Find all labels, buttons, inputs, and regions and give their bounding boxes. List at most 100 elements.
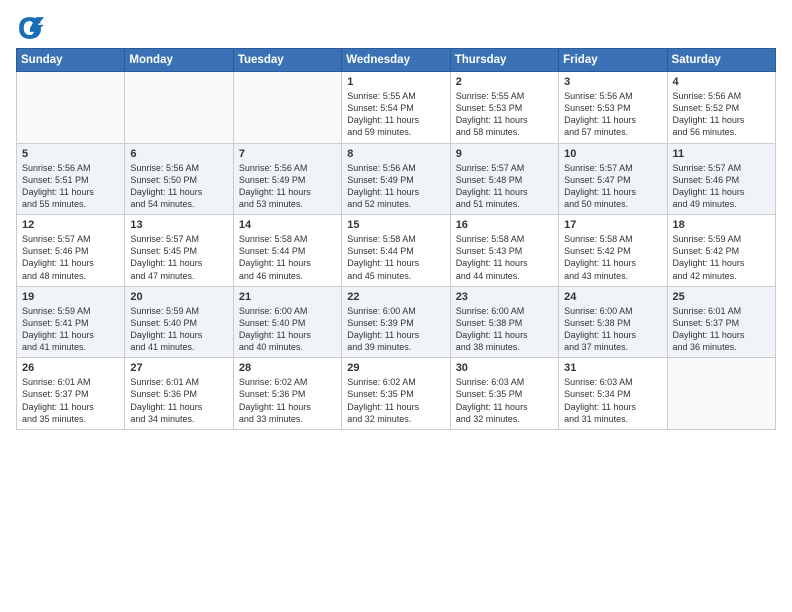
day-number: 28 <box>239 362 336 374</box>
day-cell: 15 Sunrise: 5:58 AM Sunset: 5:44 PM Dayli… <box>342 215 450 287</box>
logo <box>16 14 48 42</box>
day-cell: 19 Sunrise: 5:59 AM Sunset: 5:41 PM Dayli… <box>17 286 125 358</box>
day-number: 17 <box>564 219 661 231</box>
day-cell: 6 Sunrise: 5:56 AM Sunset: 5:50 PM Daylig… <box>125 143 233 215</box>
day-number: 20 <box>130 291 227 303</box>
day-number: 15 <box>347 219 444 231</box>
day-cell: 18 Sunrise: 5:59 AM Sunset: 5:42 PM Dayli… <box>667 215 775 287</box>
day-info: Sunrise: 5:58 AM Sunset: 5:44 PM Dayligh… <box>347 233 444 282</box>
day-info: Sunrise: 6:01 AM Sunset: 5:37 PM Dayligh… <box>22 376 119 425</box>
day-info: Sunrise: 6:03 AM Sunset: 5:34 PM Dayligh… <box>564 376 661 425</box>
day-number: 24 <box>564 291 661 303</box>
day-cell: 16Sunrise: 5:58 AM Sunset: 5:43 PM Dayli… <box>450 215 558 287</box>
day-cell: 1Sunrise: 5:55 AM Sunset: 5:54 PM Daylig… <box>342 72 450 144</box>
day-cell: 20 Sunrise: 5:59 AM Sunset: 5:40 PM Dayli… <box>125 286 233 358</box>
day-number: 11 <box>673 148 770 160</box>
day-info: Sunrise: 6:00 AM Sunset: 5:40 PM Dayligh… <box>239 305 336 354</box>
day-info: Sunrise: 5:56 AM Sunset: 5:53 PM Dayligh… <box>564 90 661 139</box>
day-number: 5 <box>22 148 119 160</box>
header <box>16 10 776 42</box>
day-cell <box>667 358 775 430</box>
day-cell: 8 Sunrise: 5:56 AM Sunset: 5:49 PM Daylig… <box>342 143 450 215</box>
day-number: 4 <box>673 76 770 88</box>
day-info: Sunrise: 6:02 AM Sunset: 5:36 PM Dayligh… <box>239 376 336 425</box>
day-number: 7 <box>239 148 336 160</box>
day-cell: 10 Sunrise: 5:57 AM Sunset: 5:47 PM Dayli… <box>559 143 667 215</box>
logo-icon <box>16 14 44 42</box>
day-number: 13 <box>130 219 227 231</box>
day-cell: 3 Sunrise: 5:56 AM Sunset: 5:53 PM Daylig… <box>559 72 667 144</box>
week-row-3: 12 Sunrise: 5:57 AM Sunset: 5:46 PM Dayli… <box>17 215 776 287</box>
day-cell: 14 Sunrise: 5:58 AM Sunset: 5:44 PM Dayli… <box>233 215 341 287</box>
weekday-header-tuesday: Tuesday <box>233 49 341 72</box>
day-info: Sunrise: 5:56 AM Sunset: 5:50 PM Dayligh… <box>130 162 227 211</box>
day-cell: 28 Sunrise: 6:02 AM Sunset: 5:36 PM Dayli… <box>233 358 341 430</box>
day-info: Sunrise: 5:58 AM Sunset: 5:42 PM Dayligh… <box>564 233 661 282</box>
week-row-1: 1Sunrise: 5:55 AM Sunset: 5:54 PM Daylig… <box>17 72 776 144</box>
day-info: Sunrise: 5:59 AM Sunset: 5:42 PM Dayligh… <box>673 233 770 282</box>
day-cell: 29 Sunrise: 6:02 AM Sunset: 5:35 PM Dayli… <box>342 358 450 430</box>
day-cell: 12 Sunrise: 5:57 AM Sunset: 5:46 PM Dayli… <box>17 215 125 287</box>
page: SundayMondayTuesdayWednesdayThursdayFrid… <box>0 0 792 612</box>
day-cell: 30 Sunrise: 6:03 AM Sunset: 5:35 PM Dayli… <box>450 358 558 430</box>
day-number: 3 <box>564 76 661 88</box>
week-row-2: 5 Sunrise: 5:56 AM Sunset: 5:51 PM Daylig… <box>17 143 776 215</box>
day-info: Sunrise: 5:56 AM Sunset: 5:49 PM Dayligh… <box>347 162 444 211</box>
week-row-4: 19 Sunrise: 5:59 AM Sunset: 5:41 PM Dayli… <box>17 286 776 358</box>
day-info: Sunrise: 5:56 AM Sunset: 5:51 PM Dayligh… <box>22 162 119 211</box>
day-cell: 11Sunrise: 5:57 AM Sunset: 5:46 PM Dayli… <box>667 143 775 215</box>
day-info: Sunrise: 6:01 AM Sunset: 5:36 PM Dayligh… <box>130 376 227 425</box>
day-info: Sunrise: 5:57 AM Sunset: 5:47 PM Dayligh… <box>564 162 661 211</box>
weekday-header-monday: Monday <box>125 49 233 72</box>
day-number: 1 <box>347 76 444 88</box>
day-number: 12 <box>22 219 119 231</box>
day-info: Sunrise: 6:00 AM Sunset: 5:39 PM Dayligh… <box>347 305 444 354</box>
day-cell: 23Sunrise: 6:00 AM Sunset: 5:38 PM Dayli… <box>450 286 558 358</box>
weekday-header-friday: Friday <box>559 49 667 72</box>
day-info: Sunrise: 5:59 AM Sunset: 5:41 PM Dayligh… <box>22 305 119 354</box>
weekday-header-thursday: Thursday <box>450 49 558 72</box>
weekday-header-wednesday: Wednesday <box>342 49 450 72</box>
day-info: Sunrise: 5:55 AM Sunset: 5:53 PM Dayligh… <box>456 90 553 139</box>
day-cell: 13 Sunrise: 5:57 AM Sunset: 5:45 PM Dayli… <box>125 215 233 287</box>
week-row-5: 26Sunrise: 6:01 AM Sunset: 5:37 PM Dayli… <box>17 358 776 430</box>
day-info: Sunrise: 6:00 AM Sunset: 5:38 PM Dayligh… <box>564 305 661 354</box>
day-number: 21 <box>239 291 336 303</box>
day-cell: 2Sunrise: 5:55 AM Sunset: 5:53 PM Daylig… <box>450 72 558 144</box>
day-number: 29 <box>347 362 444 374</box>
weekday-header-saturday: Saturday <box>667 49 775 72</box>
day-info: Sunrise: 6:03 AM Sunset: 5:35 PM Dayligh… <box>456 376 553 425</box>
day-number: 6 <box>130 148 227 160</box>
day-number: 16 <box>456 219 553 231</box>
day-info: Sunrise: 6:02 AM Sunset: 5:35 PM Dayligh… <box>347 376 444 425</box>
weekday-header-sunday: Sunday <box>17 49 125 72</box>
day-cell: 26Sunrise: 6:01 AM Sunset: 5:37 PM Dayli… <box>17 358 125 430</box>
day-info: Sunrise: 5:59 AM Sunset: 5:40 PM Dayligh… <box>130 305 227 354</box>
day-number: 10 <box>564 148 661 160</box>
day-info: Sunrise: 6:01 AM Sunset: 5:37 PM Dayligh… <box>673 305 770 354</box>
day-number: 30 <box>456 362 553 374</box>
day-cell <box>17 72 125 144</box>
day-info: Sunrise: 5:56 AM Sunset: 5:49 PM Dayligh… <box>239 162 336 211</box>
day-cell: 4Sunrise: 5:56 AM Sunset: 5:52 PM Daylig… <box>667 72 775 144</box>
day-cell: 9Sunrise: 5:57 AM Sunset: 5:48 PM Daylig… <box>450 143 558 215</box>
day-info: Sunrise: 5:57 AM Sunset: 5:46 PM Dayligh… <box>22 233 119 282</box>
calendar: SundayMondayTuesdayWednesdayThursdayFrid… <box>16 48 776 430</box>
day-number: 22 <box>347 291 444 303</box>
day-cell: 17 Sunrise: 5:58 AM Sunset: 5:42 PM Dayli… <box>559 215 667 287</box>
day-number: 23 <box>456 291 553 303</box>
weekday-header-row: SundayMondayTuesdayWednesdayThursdayFrid… <box>17 49 776 72</box>
day-cell: 21 Sunrise: 6:00 AM Sunset: 5:40 PM Dayli… <box>233 286 341 358</box>
day-number: 9 <box>456 148 553 160</box>
day-number: 8 <box>347 148 444 160</box>
day-cell <box>125 72 233 144</box>
day-number: 25 <box>673 291 770 303</box>
day-number: 18 <box>673 219 770 231</box>
day-cell: 5 Sunrise: 5:56 AM Sunset: 5:51 PM Daylig… <box>17 143 125 215</box>
day-cell: 27Sunrise: 6:01 AM Sunset: 5:36 PM Dayli… <box>125 358 233 430</box>
day-cell: 25 Sunrise: 6:01 AM Sunset: 5:37 PM Dayli… <box>667 286 775 358</box>
day-number: 14 <box>239 219 336 231</box>
day-info: Sunrise: 5:58 AM Sunset: 5:44 PM Dayligh… <box>239 233 336 282</box>
day-number: 19 <box>22 291 119 303</box>
day-info: Sunrise: 5:57 AM Sunset: 5:45 PM Dayligh… <box>130 233 227 282</box>
